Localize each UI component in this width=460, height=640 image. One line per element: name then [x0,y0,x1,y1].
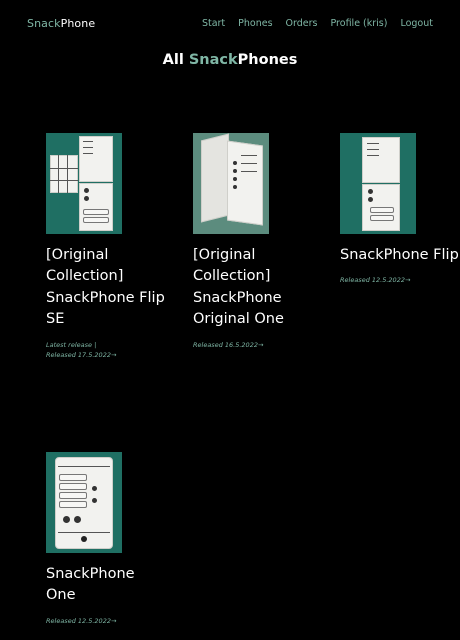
page-title-accent: Snack [188,52,238,68]
product-meta: Released 12.5.2022→ [340,275,460,285]
product-release-link[interactable]: Released 12.5.2022→ [340,276,410,284]
product-title[interactable]: [Original Collection] SnackPhone Flip SE [46,245,166,331]
nav-link-start[interactable]: Start [202,18,225,29]
product-image-link[interactable] [340,133,416,234]
top-nav: Start Phones Orders Profile (kris) Logou… [202,18,433,29]
page: SnackPhone Start Phones Orders Profile (… [0,0,460,640]
product-image-link[interactable] [46,133,122,234]
product-card: SnackPhone One Released 12.5.2022→ [46,452,166,626]
product-image-link[interactable] [193,133,269,234]
brand-rest: Phone [60,17,96,30]
product-card: SnackPhone Flip Released 12.5.2022→ [340,133,460,285]
product-image-link[interactable] [46,452,122,553]
product-release-link[interactable]: Released 17.5.2022→ [46,351,116,359]
nav-link-logout[interactable]: Logout [400,18,433,29]
product-meta: Released 12.5.2022→ [46,616,166,626]
brand-accent: Snack [27,17,61,30]
page-title-rest: Phones [237,52,298,68]
product-title[interactable]: SnackPhone One [46,564,166,607]
nav-link-orders[interactable]: Orders [286,18,318,29]
page-title: All SnackPhones [0,52,460,68]
product-meta: Released 16.5.2022→ [193,340,313,350]
product-meta: Latest release | Released 17.5.2022→ [46,340,166,360]
product-image [340,133,416,234]
page-title-prefix: All [162,52,189,68]
product-release-link[interactable]: Released 16.5.2022→ [193,341,263,349]
product-card: [Original Collection] SnackPhone Flip SE… [46,133,166,360]
brand-logo-link[interactable]: SnackPhone [27,17,95,30]
product-image [46,452,122,553]
product-image [193,133,269,234]
product-latest-label: Latest release | [46,340,97,349]
product-image [46,133,122,234]
product-title[interactable]: [Original Collection] SnackPhone Origina… [193,245,313,331]
nav-link-profile[interactable]: Profile (kris) [331,18,388,29]
nav-link-phones[interactable]: Phones [238,18,272,29]
product-release-link[interactable]: Released 12.5.2022→ [46,617,116,625]
product-title[interactable]: SnackPhone Flip [340,245,460,266]
product-card: [Original Collection] SnackPhone Origina… [193,133,313,350]
